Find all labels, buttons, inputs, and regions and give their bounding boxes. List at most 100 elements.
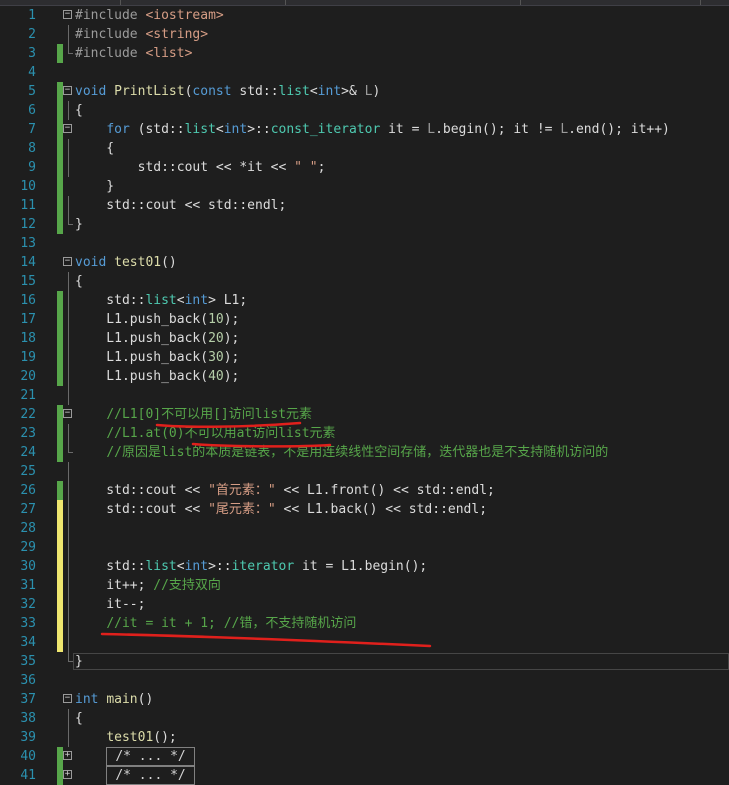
code-line-24[interactable]: 24 //原因是list的本质是链表，不是用连续线性空间存储，迭代器也是不支持随… (0, 443, 729, 462)
code-token: 10 (208, 312, 224, 327)
code-line-19[interactable]: 19 L1.push_back(30); (0, 348, 729, 367)
saved-change-marker (57, 291, 63, 310)
code-text[interactable]: void PrintList(const std::list<int>& L) (75, 82, 380, 101)
code-text[interactable]: std::list<int>::iterator it = L1.begin()… (75, 557, 427, 576)
code-line-1[interactable]: 1 − #include <iostream> (0, 6, 729, 25)
code-text[interactable]: L1.push_back(10); (75, 310, 239, 329)
line-number: 4 (28, 65, 36, 80)
code-text[interactable]: { (75, 139, 114, 158)
code-text[interactable]: #include <list> (75, 44, 192, 63)
fold-collapse-icon[interactable]: − (63, 409, 72, 418)
code-line-23[interactable]: 23 //L1.at(0)不可以用at访问list元素 (0, 424, 729, 443)
code-line-32[interactable]: 32 it--; (0, 595, 729, 614)
code-line-13[interactable]: 13 (0, 234, 729, 253)
code-line-8[interactable]: 8 { (0, 139, 729, 158)
code-line-21[interactable]: 21 (0, 386, 729, 405)
code-line-40[interactable]: 40 + /* ... */ (0, 747, 729, 766)
code-line-22[interactable]: 22 − //L1[0]不可以用[]访问list元素 (0, 405, 729, 424)
code-text[interactable]: #include <string> (75, 25, 208, 44)
code-text[interactable]: it--; (75, 595, 145, 614)
code-line-30[interactable]: 30 std::list<int>::iterator it = L1.begi… (0, 557, 729, 576)
fold-expand-icon[interactable]: + (63, 770, 72, 779)
code-text[interactable]: int main() (75, 690, 153, 709)
code-token: std::cout << (75, 502, 209, 517)
code-line-38[interactable]: 38 { (0, 709, 729, 728)
code-text[interactable]: void test01() (75, 253, 177, 272)
code-line-29[interactable]: 29 (0, 538, 729, 557)
fold-collapse-icon[interactable]: − (63, 124, 72, 133)
code-line-36[interactable]: 36 (0, 671, 729, 690)
code-line-6[interactable]: 6{ (0, 101, 729, 120)
code-text[interactable]: } (75, 652, 83, 671)
code-line-28[interactable]: 28 (0, 519, 729, 538)
code-line-25[interactable]: 25 (0, 462, 729, 481)
code-line-20[interactable]: 20 L1.push_back(40); (0, 367, 729, 386)
code-text[interactable]: //L1.at(0)不可以用at访问list元素 (75, 424, 335, 443)
outline-guide (68, 538, 69, 557)
code-line-2[interactable]: 2 #include <string> (0, 25, 729, 44)
outline-guide (68, 595, 69, 614)
code-token: } (75, 654, 83, 669)
collapsed-region-box[interactable]: /* ... */ (106, 766, 195, 785)
unsaved-change-marker (57, 614, 63, 633)
code-text[interactable]: } (75, 215, 83, 234)
code-text[interactable]: { (75, 101, 83, 120)
fold-collapse-icon[interactable]: − (63, 86, 72, 95)
collapsed-region-box[interactable]: /* ... */ (106, 747, 195, 766)
code-line-34[interactable]: 34 (0, 633, 729, 652)
code-text[interactable]: std::cout << *it << " "; (75, 158, 326, 177)
code-text[interactable]: std::cout << "尾元素：" << L1.back() << std:… (75, 500, 487, 519)
code-line-35[interactable]: 35} (0, 652, 729, 671)
code-line-4[interactable]: 4 (0, 63, 729, 82)
code-text[interactable]: std::cout << "首元素：" << L1.front() << std… (75, 481, 495, 500)
code-text[interactable]: std::list<int> L1; (75, 291, 247, 310)
code-text[interactable]: test01(); (75, 728, 176, 747)
line-number: 14 (20, 255, 36, 270)
code-token: std::cout << *it << (75, 160, 295, 175)
code-text[interactable]: } (75, 177, 114, 196)
fold-expand-icon[interactable]: + (63, 751, 72, 760)
code-text[interactable]: L1.push_back(30); (75, 348, 239, 367)
code-text[interactable]: /* ... */ (75, 747, 195, 766)
code-editor[interactable]: 1− #include <iostream> 2 #include <string> 3… (0, 6, 729, 785)
code-line-26[interactable]: 26 std::cout << "首元素：" << L1.front() << … (0, 481, 729, 500)
code-text[interactable]: /* ... */ (75, 766, 195, 785)
code-text[interactable]: #include <iostream> (75, 6, 224, 25)
code-text[interactable]: { (75, 272, 83, 291)
line-number: 25 (20, 464, 36, 479)
fold-collapse-icon[interactable]: − (63, 10, 72, 19)
code-text[interactable]: for (std::list<int>::const_iterator it =… (75, 120, 670, 139)
code-text[interactable]: L1.push_back(40); (75, 367, 239, 386)
code-text[interactable]: //L1[0]不可以用[]访问list元素 (75, 405, 312, 424)
code-line-7[interactable]: 7 − for (std::list<int>::const_iterator i… (0, 120, 729, 139)
code-line-17[interactable]: 17 L1.push_back(10); (0, 310, 729, 329)
code-text[interactable]: L1.push_back(20); (75, 329, 239, 348)
code-text[interactable]: std::cout << std::endl; (75, 196, 286, 215)
code-line-3[interactable]: 3 #include <list> (0, 44, 729, 63)
code-text[interactable]: //原因是list的本质是链表，不是用连续线性空间存储，迭代器也是不支持随机访问… (75, 443, 608, 462)
code-line-41[interactable]: 41 + /* ... */ (0, 766, 729, 785)
outline-guide (68, 348, 69, 367)
fold-collapse-icon[interactable]: − (63, 257, 72, 266)
code-text[interactable]: { (75, 709, 83, 728)
code-line-14[interactable]: 14 − void test01() (0, 253, 729, 272)
code-line-11[interactable]: 11 std::cout << std::endl; (0, 196, 729, 215)
code-line-10[interactable]: 10 } (0, 177, 729, 196)
code-line-27[interactable]: 27 std::cout << "尾元素：" << L1.back() << s… (0, 500, 729, 519)
fold-collapse-icon[interactable]: − (63, 694, 72, 703)
code-line-9[interactable]: 9 std::cout << *it << " "; (0, 158, 729, 177)
code-line-16[interactable]: 16 std::list<int> L1; (0, 291, 729, 310)
code-text[interactable]: //it = it + 1; //错，不支持随机访问 (75, 614, 356, 633)
code-line-33[interactable]: 33 //it = it + 1; //错，不支持随机访问 (0, 614, 729, 633)
code-line-12[interactable]: 12} (0, 215, 729, 234)
code-text[interactable]: it++; //支持双向 (75, 576, 221, 595)
code-line-18[interactable]: 18 L1.push_back(20); (0, 329, 729, 348)
code-line-5[interactable]: 5 − void PrintList(const std::list<int>& L… (0, 82, 729, 101)
code-line-15[interactable]: 15 { (0, 272, 729, 291)
line-number: 9 (28, 160, 36, 175)
code-token: std:: (75, 293, 146, 308)
code-line-39[interactable]: 39 test01(); (0, 728, 729, 747)
code-line-37[interactable]: 37 − int main() (0, 690, 729, 709)
code-line-31[interactable]: 31 it++; //支持双向 (0, 576, 729, 595)
line-number: 32 (20, 597, 36, 612)
